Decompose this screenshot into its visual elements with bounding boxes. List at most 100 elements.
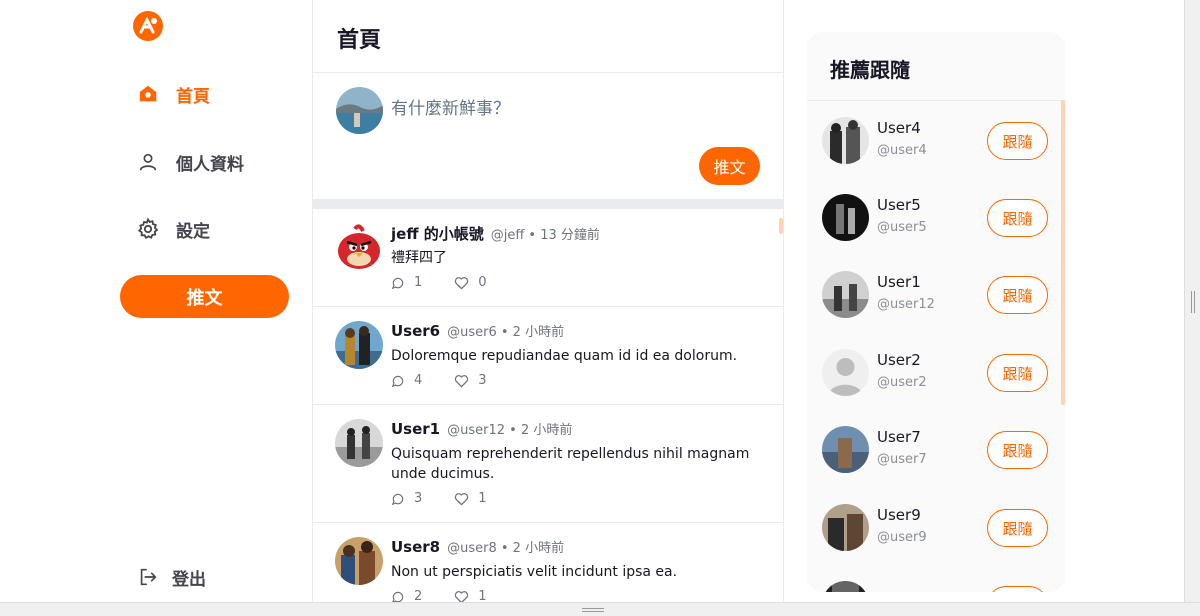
- suggested-user-name[interactable]: User4: [877, 119, 921, 137]
- like-count: 1: [478, 491, 487, 506]
- tweet-composer: 推文: [313, 73, 783, 209]
- tweet-meta: @user6 • 2 小時前: [447, 325, 565, 340]
- sidebar-tweet-button[interactable]: 推文: [120, 275, 289, 318]
- composer-input[interactable]: [391, 99, 751, 119]
- timeline: 首頁 推文: [312, 0, 784, 616]
- suggested-user-avatar[interactable]: [822, 504, 869, 551]
- resize-grip-icon[interactable]: [1191, 291, 1195, 313]
- suggested-user[interactable]: User9 @user9 跟隨: [807, 504, 1065, 582]
- logout-icon: [136, 565, 160, 589]
- suggested-user-partial: [807, 581, 1065, 592]
- timeline-scrollbar[interactable]: [779, 218, 783, 234]
- tweet-author-name[interactable]: User6: [391, 322, 440, 340]
- follow-button[interactable]: 跟隨: [987, 199, 1048, 237]
- suggested-user-name[interactable]: User9: [877, 506, 921, 524]
- like-button[interactable]: 1: [454, 491, 487, 506]
- tweet-text: Quisquam reprehenderit repellendus nihil…: [391, 446, 750, 482]
- like-button[interactable]: 3: [454, 373, 487, 388]
- tweet-author-name[interactable]: jeff 的小帳號: [391, 223, 484, 244]
- nav-profile-label: 個人資料: [176, 154, 244, 175]
- nav-home[interactable]: 首頁: [136, 78, 210, 110]
- suggested-user-name[interactable]: User7: [877, 428, 921, 446]
- suggested-user-avatar[interactable]: [822, 426, 869, 473]
- suggested-follows-title: 推薦跟隨: [807, 32, 1065, 101]
- timeline-header: 首頁: [313, 0, 783, 73]
- suggested-scrollbar[interactable]: [1061, 100, 1065, 405]
- comment-icon: [391, 277, 404, 289]
- suggested-user-name[interactable]: User1: [877, 273, 921, 291]
- tweet-item[interactable]: User1 @user12 • 2 小時前 Quisquam reprehend…: [313, 405, 783, 523]
- follow-button[interactable]: [987, 586, 1048, 592]
- tweet-text: 禮拜四了: [391, 250, 447, 266]
- comment-icon: [391, 375, 404, 387]
- reply-count: 4: [414, 373, 423, 388]
- nav-settings[interactable]: 設定: [136, 213, 210, 245]
- heart-icon: [455, 492, 469, 506]
- nav-logout[interactable]: 登出: [136, 561, 206, 593]
- tweet-avatar[interactable]: [335, 321, 383, 369]
- tweet-head: User1 @user12 • 2 小時前: [391, 419, 572, 438]
- suggested-user[interactable]: User4 @user4 跟隨: [807, 117, 1065, 195]
- nav-logout-label: 登出: [172, 569, 206, 590]
- tweet-meta: @user12 • 2 小時前: [447, 423, 573, 438]
- tweet-author-name[interactable]: User8: [391, 538, 440, 556]
- suggested-user[interactable]: User1 @user12 跟隨: [807, 271, 1065, 349]
- follow-button[interactable]: 跟隨: [987, 354, 1048, 392]
- reply-count: 3: [414, 491, 423, 506]
- page-title: 首頁: [337, 28, 382, 53]
- reply-button[interactable]: 3: [391, 491, 422, 506]
- tweet-meta: @user8 • 2 小時前: [447, 541, 565, 556]
- follow-button[interactable]: 跟隨: [987, 122, 1048, 160]
- suggested-user-avatar[interactable]: [822, 117, 869, 164]
- window-resize-gutter[interactable]: [1184, 0, 1200, 602]
- suggested-user[interactable]: User5 @user5 跟隨: [807, 194, 1065, 272]
- follow-button[interactable]: 跟隨: [987, 509, 1048, 547]
- reply-button[interactable]: 1: [391, 275, 422, 290]
- suggested-user-avatar[interactable]: [822, 349, 869, 396]
- suggested-user-handle: @user9: [877, 530, 927, 545]
- gear-icon: [136, 217, 160, 241]
- suggested-user-handle: @user2: [877, 375, 927, 390]
- suggested-user[interactable]: User2 @user2 跟隨: [807, 349, 1065, 427]
- tweet-actions: 3 1: [391, 491, 519, 506]
- suggested-user-avatar[interactable]: [822, 581, 869, 592]
- tweet-item[interactable]: jeff 的小帳號 @jeff • 13 分鐘前 禮拜四了 1 0: [313, 209, 783, 307]
- follow-button[interactable]: 跟隨: [987, 276, 1048, 314]
- suggested-user-handle: @user7: [877, 452, 927, 467]
- nav-profile[interactable]: 個人資料: [136, 146, 244, 178]
- tweet-head: User8 @user8 • 2 小時前: [391, 537, 564, 556]
- suggested-user-avatar[interactable]: [822, 194, 869, 241]
- suggested-user-handle: @user4: [877, 143, 927, 158]
- reply-button[interactable]: 4: [391, 373, 422, 388]
- tweet-actions: 4 3: [391, 373, 519, 388]
- like-button[interactable]: 0: [454, 275, 487, 290]
- tweet-text: Non ut perspiciatis velit incidunt ipsa …: [391, 564, 678, 580]
- tweet-actions: 1 0: [391, 275, 519, 290]
- suggested-user-handle: @user12: [877, 297, 935, 312]
- follow-button[interactable]: 跟隨: [987, 431, 1048, 469]
- tweet-text: Doloremque repudiandae quam id id ea dol…: [391, 348, 738, 364]
- reply-count: 1: [414, 275, 423, 290]
- tweet-item[interactable]: User6 @user6 • 2 小時前 Doloremque repudian…: [313, 307, 783, 405]
- user-icon: [136, 150, 160, 174]
- comment-icon: [391, 493, 404, 505]
- suggested-user[interactable]: User7 @user7 跟隨: [807, 426, 1065, 504]
- tweet-avatar[interactable]: [335, 537, 383, 585]
- tweet-avatar[interactable]: [335, 419, 383, 467]
- tweet-head: jeff 的小帳號 @jeff • 13 分鐘前: [391, 223, 600, 244]
- suggested-user-name[interactable]: User5: [877, 196, 921, 214]
- tweet-author-name[interactable]: User1: [391, 420, 440, 438]
- suggested-user-name[interactable]: User2: [877, 351, 921, 369]
- tweet-meta: @jeff • 13 分鐘前: [490, 228, 600, 243]
- sidebar: 首頁 個人資料 設定 推文 登出: [120, 0, 312, 616]
- tweet-head: User6 @user6 • 2 小時前: [391, 321, 564, 340]
- heart-icon: [455, 276, 469, 290]
- current-user-avatar[interactable]: [336, 87, 383, 134]
- tweet-avatar[interactable]: [335, 223, 383, 271]
- resize-grip-icon[interactable]: [582, 608, 604, 612]
- like-count: 3: [478, 373, 487, 388]
- logo-icon[interactable]: [132, 10, 164, 42]
- window-bottom-bar[interactable]: [0, 602, 1200, 616]
- composer-submit-button[interactable]: 推文: [699, 147, 760, 185]
- suggested-user-avatar[interactable]: [822, 271, 869, 318]
